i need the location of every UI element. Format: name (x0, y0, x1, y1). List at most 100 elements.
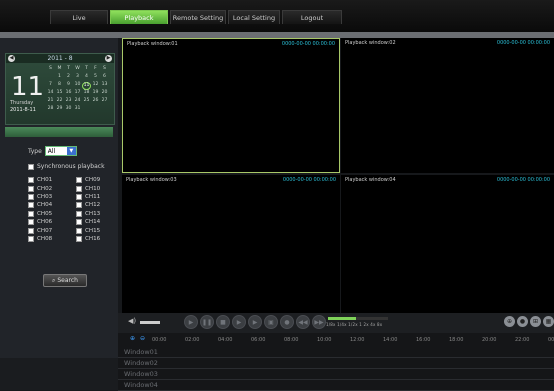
type-select[interactable]: All ▼ (44, 146, 77, 156)
prev-month-icon[interactable]: ◀ (8, 55, 15, 62)
channel-item[interactable]: CH14 (76, 218, 124, 226)
channel-checkbox[interactable] (28, 177, 34, 184)
calendar-day[interactable]: 11 (82, 82, 91, 90)
channel-item[interactable]: CH15 (76, 226, 124, 234)
channel-item[interactable]: CH02 (28, 184, 76, 192)
calendar-day[interactable]: 28 (46, 106, 55, 114)
record-button[interactable]: ● (280, 315, 294, 329)
calendar-day[interactable]: 9 (64, 82, 73, 90)
snapshot-button[interactable]: ▣ (264, 315, 278, 329)
calendar-day[interactable]: 13 (100, 82, 109, 90)
channel-checkbox[interactable] (76, 177, 82, 184)
calendar-day[interactable]: 3 (73, 74, 82, 82)
calendar-day[interactable]: 27 (100, 98, 109, 106)
channel-checkbox[interactable] (76, 185, 82, 192)
single-screen-icon[interactable]: ● (517, 316, 528, 327)
playback-window-4[interactable]: Playback window:04 0000-00-00 00:00:00 (341, 175, 554, 313)
channel-checkbox[interactable] (76, 210, 82, 217)
calendar-day[interactable]: 25 (82, 98, 91, 106)
channel-checkbox[interactable] (76, 202, 82, 209)
timeline-row[interactable]: Window03 (118, 369, 554, 380)
calendar-day[interactable]: 12 (91, 82, 100, 90)
calendar-day[interactable]: 1 (55, 74, 64, 82)
calendar-day[interactable]: 17 (73, 90, 82, 98)
channel-checkbox[interactable] (28, 235, 34, 242)
timeline[interactable]: ⊕ ⊖ 00:00 02:00 04:00 06:00 08:00 10:00 12:00 1… (118, 333, 554, 391)
play-button[interactable]: ▶ (232, 315, 246, 329)
calendar-day[interactable]: 6 (100, 74, 109, 82)
timeline-row[interactable]: Window01 (118, 347, 554, 358)
calendar-day[interactable]: 10 (73, 82, 82, 90)
sync-playback[interactable]: Synchronous playback (28, 163, 105, 170)
channel-item[interactable]: CH08 (28, 235, 76, 243)
channel-item[interactable]: CH03 (28, 193, 76, 201)
calendar-day[interactable]: 7 (46, 82, 55, 90)
channel-checkbox[interactable] (28, 219, 34, 226)
timeline-row[interactable]: Window04 (118, 380, 554, 391)
tab-live[interactable]: Live (50, 10, 108, 24)
channel-checkbox[interactable] (28, 185, 34, 192)
channel-item[interactable]: CH13 (76, 210, 124, 218)
playback-window-3[interactable]: Playback window:03 0000-00-00 00:00:00 (122, 175, 340, 313)
calendar-day[interactable]: 24 (73, 98, 82, 106)
channel-checkbox[interactable] (76, 193, 82, 200)
calendar-day[interactable]: 8 (55, 82, 64, 90)
channel-item[interactable]: CH11 (76, 193, 124, 201)
chevron-down-icon[interactable]: ▼ (66, 147, 76, 155)
channel-checkbox[interactable] (76, 227, 82, 234)
channel-checkbox[interactable] (28, 227, 34, 234)
volume-slider[interactable] (140, 321, 160, 324)
timeline-row[interactable]: Window02 (118, 358, 554, 369)
calendar-day[interactable]: 5 (91, 74, 100, 82)
calendar-day[interactable]: 18 (82, 90, 91, 98)
channel-item[interactable]: CH01 (28, 176, 76, 184)
playback-window-2[interactable]: Playback window:02 0000-00-00 00:00:00 (341, 38, 554, 173)
next-month-icon[interactable]: ▶ (105, 55, 112, 62)
channel-checkbox[interactable] (28, 210, 34, 217)
tab-local-setting[interactable]: Local Setting (228, 10, 280, 24)
channel-item[interactable]: CH05 (28, 210, 76, 218)
calendar-day[interactable]: 23 (64, 98, 73, 106)
pause-button[interactable]: ❚❚ (200, 315, 214, 329)
calendar-day[interactable]: 16 (64, 90, 73, 98)
forward-button[interactable]: ▶▶ (312, 315, 326, 329)
channel-checkbox[interactable] (28, 202, 34, 209)
backward-button[interactable]: ◀◀ (296, 315, 310, 329)
calendar-day[interactable]: 4 (82, 74, 91, 82)
calendar-day[interactable]: 31 (73, 106, 82, 114)
channel-checkbox[interactable] (76, 235, 82, 242)
channel-item[interactable]: CH07 (28, 226, 76, 234)
zoom-in-icon[interactable]: ⊕ (130, 335, 135, 342)
calendar-day[interactable]: 26 (91, 98, 100, 106)
channel-item[interactable]: CH09 (76, 176, 124, 184)
calendar-day[interactable]: 2 (64, 74, 73, 82)
tab-logout[interactable]: Logout (282, 10, 342, 24)
channel-item[interactable]: CH16 (76, 235, 124, 243)
zoom-icon[interactable]: ⊕ (504, 316, 515, 327)
calendar-day[interactable]: 22 (55, 98, 64, 106)
calendar-day[interactable]: 30 (64, 106, 73, 114)
zoom-out-icon[interactable]: ⊖ (140, 335, 145, 342)
channel-checkbox[interactable] (76, 219, 82, 226)
fullscreen-icon[interactable]: ▦ (543, 316, 554, 327)
channel-item[interactable]: CH06 (28, 218, 76, 226)
quad-screen-icon[interactable]: ⊞ (530, 316, 541, 327)
stop-button[interactable]: ■ (216, 315, 230, 329)
channel-item[interactable]: CH10 (76, 184, 124, 192)
channel-checkbox[interactable] (28, 193, 34, 200)
tab-playback[interactable]: Playback (110, 10, 168, 24)
step-button[interactable]: ▶ (248, 315, 262, 329)
channel-item[interactable]: CH12 (76, 201, 124, 209)
channel-item[interactable]: CH04 (28, 201, 76, 209)
search-button[interactable]: ⌕ Search (43, 274, 87, 287)
calendar-day[interactable]: 29 (55, 106, 64, 114)
calendar-day[interactable]: 19 (91, 90, 100, 98)
sync-checkbox[interactable] (28, 163, 34, 170)
tab-remote-setting[interactable]: Remote Setting (170, 10, 226, 24)
calendar-day[interactable]: 15 (55, 90, 64, 98)
speed-slider[interactable] (328, 317, 388, 320)
calendar-day[interactable]: 20 (100, 90, 109, 98)
volume-icon[interactable]: ◀) (128, 317, 136, 325)
prev-frame-button[interactable]: ▶ (184, 315, 198, 329)
calendar-day[interactable]: 14 (46, 90, 55, 98)
